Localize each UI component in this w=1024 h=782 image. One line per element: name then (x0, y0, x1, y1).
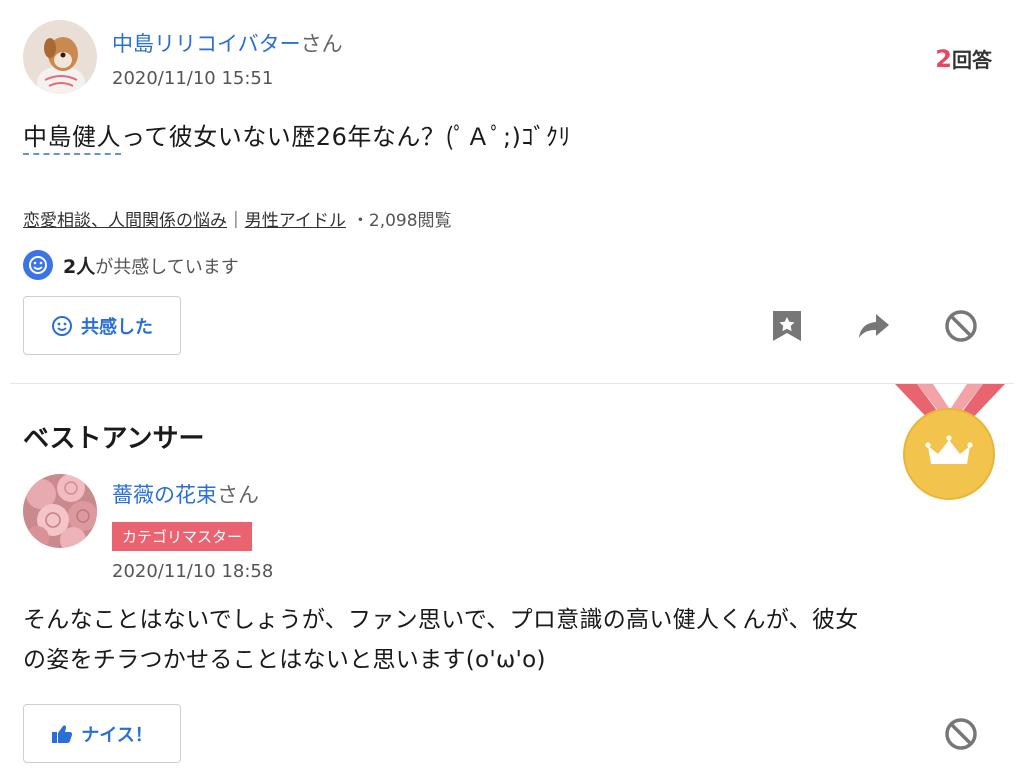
questioner-avatar[interactable] (23, 20, 97, 94)
question-date: 2020/11/10 15:51 (112, 68, 274, 89)
best-answer-medal-icon (895, 384, 1005, 506)
questioner-name[interactable]: 中島リリコイバター (112, 28, 301, 58)
best-answer-heading: ベストアンサー (23, 424, 205, 454)
answerer-suffix: さん (217, 483, 259, 507)
questioner-name-row: 中島リリコイバター さん (112, 28, 343, 58)
share-icon[interactable] (857, 312, 891, 344)
block-icon[interactable] (944, 309, 978, 347)
answerer-name[interactable]: 薔薇の花束 (112, 479, 217, 509)
answerer-name-row: 薔薇の花束 さん (112, 479, 259, 509)
question-text-rest: って彼女いない歴26年なん？(ﾟＡﾟ;)ｺﾞｸﾘ (121, 123, 571, 151)
empathy-suffix: が共感しています (95, 256, 239, 278)
question-body: 中島健人って彼女いない歴26年なん？(ﾟＡﾟ;)ｺﾞｸﾘ (23, 117, 571, 155)
questioner-suffix: さん (300, 32, 343, 56)
empathy-button-label: 共感した (81, 316, 153, 338)
nice-button-label: ナイス！ (81, 724, 153, 746)
category-separator: | (233, 208, 239, 229)
answer-date: 2020/11/10 18:58 (112, 561, 274, 582)
empathy-status: 2人が共感しています (23, 250, 239, 280)
nice-button[interactable]: ナイス！ (23, 704, 181, 763)
answer-body: そんなことはないでしょうが、ファン思いで、プロ意識の高い健人くんが、彼女 の姿を… (23, 600, 1013, 680)
section-divider (10, 383, 1014, 384)
empathy-button[interactable]: 共感した (23, 296, 181, 355)
answer-count[interactable]: 2回答 (935, 44, 992, 73)
answer-line-1: そんなことはないでしょうが、ファン思いで、プロ意識の高い健人くんが、彼女 (23, 607, 859, 633)
bookmark-icon[interactable] (770, 309, 804, 347)
answer-count-number: 2 (935, 45, 952, 73)
keyword-link[interactable]: 中島健人 (23, 123, 121, 155)
category-link-1[interactable]: 恋愛相談、人間関係の悩み (23, 206, 227, 231)
empathy-smile-icon (23, 250, 53, 280)
answer-count-label: 回答 (952, 48, 992, 72)
answerer-avatar[interactable] (23, 474, 97, 548)
category-master-badge: カテゴリマスター (112, 522, 253, 551)
empathy-button-smile-icon (52, 315, 72, 336)
answer-block-icon[interactable] (944, 717, 978, 755)
empathy-count: 2人 (63, 255, 96, 278)
answer-line-2: の姿をチラつかせることはないと思います(o'ω'o) (23, 647, 546, 673)
category-row: 恋愛相談、人間関係の悩み | 男性アイドル ・2,098閲覧 (23, 206, 452, 232)
empathy-count-text: 2人が共感しています (63, 252, 239, 279)
thumbs-up-icon (52, 724, 73, 743)
view-count: ・2,098閲覧 (351, 211, 452, 231)
category-link-2[interactable]: 男性アイドル (245, 206, 346, 231)
